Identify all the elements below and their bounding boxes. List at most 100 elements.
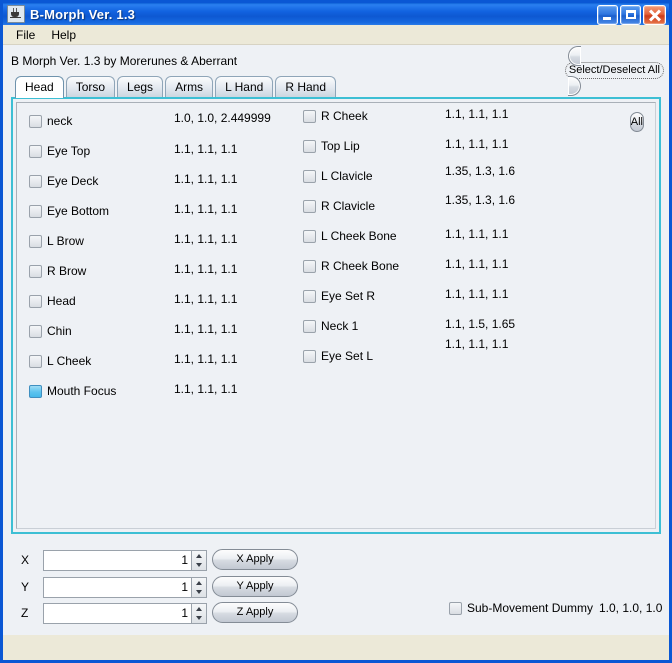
morph-row[interactable]: L Clavicle	[303, 167, 373, 185]
sub-movement-dummy-value: 1.0, 1.0, 1.0	[599, 601, 662, 615]
tab-arms[interactable]: Arms	[165, 76, 213, 97]
morph-checkbox[interactable]	[29, 325, 42, 338]
morph-row[interactable]: Eye Deck	[29, 172, 98, 190]
sub-movement-dummy-label: Sub-Movement Dummy	[467, 601, 593, 615]
x-spinner-up-icon[interactable]	[192, 551, 206, 561]
morph-value: 1.1, 1.1, 1.1	[445, 337, 508, 351]
window-titlebar[interactable]: B-Morph Ver. 1.3	[0, 0, 672, 25]
morph-checkbox[interactable]	[303, 260, 316, 273]
morph-checkbox[interactable]	[29, 145, 42, 158]
z-spinner-arrows[interactable]	[191, 604, 206, 623]
axis-row-y: Y	[21, 576, 207, 598]
tab-r-hand[interactable]: R Hand	[275, 76, 336, 97]
tabbed-pane: Head Torso Legs Arms L Hand R Hand All n…	[11, 76, 661, 534]
morph-checkbox[interactable]	[303, 230, 316, 243]
x-apply-button[interactable]: X Apply	[212, 549, 298, 570]
morph-checkbox[interactable]	[303, 290, 316, 303]
morph-checkbox[interactable]	[303, 140, 316, 153]
morph-checkbox[interactable]	[303, 200, 316, 213]
axis-row-z: Z	[21, 602, 207, 624]
morph-value: 1.35, 1.3, 1.6	[445, 193, 515, 207]
morph-value: 1.1, 1.1, 1.1	[174, 292, 237, 306]
x-spinner-down-icon[interactable]	[192, 560, 206, 570]
z-spinner[interactable]	[43, 603, 207, 624]
x-spinner[interactable]	[43, 550, 207, 571]
z-spinner-down-icon[interactable]	[192, 613, 206, 623]
morph-label: Top Lip	[321, 139, 360, 153]
close-button[interactable]	[643, 5, 666, 25]
java-cup-icon	[7, 5, 25, 23]
morph-label: Eye Set L	[321, 349, 373, 363]
morph-row[interactable]: Chin	[29, 322, 72, 340]
morph-row[interactable]: R Cheek	[303, 107, 368, 125]
morph-value: 1.1, 1.1, 1.1	[445, 107, 508, 121]
maximize-button[interactable]	[620, 5, 641, 25]
morph-checkbox[interactable]	[29, 265, 42, 278]
morph-label: Eye Set R	[321, 289, 375, 303]
tab-l-hand[interactable]: L Hand	[215, 76, 273, 97]
all-button[interactable]: All	[630, 112, 644, 132]
morph-row[interactable]: Neck 1	[303, 317, 358, 335]
morph-row[interactable]: L Cheek	[29, 352, 91, 370]
minimize-button[interactable]	[597, 5, 618, 25]
morph-row[interactable]: Eye Bottom	[29, 202, 109, 220]
morph-row[interactable]: neck	[29, 112, 72, 130]
y-spinner-arrows[interactable]	[191, 578, 206, 597]
morph-value: 1.1, 1.1, 1.1	[174, 202, 237, 216]
morph-checkbox[interactable]	[29, 295, 42, 308]
x-input[interactable]	[44, 551, 191, 570]
morph-checkbox[interactable]	[303, 350, 316, 363]
morph-checkbox[interactable]	[29, 355, 42, 368]
morph-row[interactable]: R Brow	[29, 262, 86, 280]
morph-row[interactable]: Eye Set L	[303, 347, 373, 365]
z-spinner-up-icon[interactable]	[192, 604, 206, 614]
info-bar: B Morph Ver. 1.3 by Morerunes & Aberrant…	[3, 45, 669, 76]
morph-label: Eye Bottom	[47, 204, 109, 218]
menu-help[interactable]: Help	[43, 26, 84, 44]
z-apply-button[interactable]: Z Apply	[212, 602, 298, 623]
morph-row[interactable]: R Cheek Bone	[303, 257, 399, 275]
morph-checkbox[interactable]	[29, 205, 42, 218]
sub-movement-dummy-checkbox[interactable]	[449, 602, 462, 615]
x-spinner-arrows[interactable]	[191, 551, 206, 570]
morph-checkbox[interactable]	[303, 170, 316, 183]
morph-label: Neck 1	[321, 319, 358, 333]
morph-row[interactable]: Head	[29, 292, 76, 310]
morph-row[interactable]: L Cheek Bone	[303, 227, 397, 245]
morph-checkbox[interactable]	[303, 110, 316, 123]
axis-label-y: Y	[21, 580, 43, 594]
morph-checkbox[interactable]	[29, 115, 42, 128]
morph-value: 1.1, 1.1, 1.1	[445, 287, 508, 301]
morph-row[interactable]: L Brow	[29, 232, 84, 250]
y-spinner-down-icon[interactable]	[192, 587, 206, 597]
morph-checkbox[interactable]	[303, 320, 316, 333]
sub-movement-dummy-row[interactable]: Sub-Movement Dummy	[449, 601, 593, 615]
morph-checkbox[interactable]	[29, 235, 42, 248]
morph-row[interactable]: Eye Top	[29, 142, 90, 160]
y-spinner-up-icon[interactable]	[192, 578, 206, 588]
morph-label: Eye Deck	[47, 174, 98, 188]
morph-value: 1.0, 1.0, 2.449999	[174, 111, 271, 125]
morph-row[interactable]: Eye Set R	[303, 287, 375, 305]
all-button-wrap: All	[630, 114, 644, 129]
morph-row[interactable]: R Clavicle	[303, 197, 375, 215]
morph-checkbox[interactable]	[29, 175, 42, 188]
morph-value: 1.1, 1.1, 1.1	[174, 262, 237, 276]
morph-value: 1.1, 1.1, 1.1	[445, 257, 508, 271]
morph-label: R Clavicle	[321, 199, 375, 213]
morph-row[interactable]: Mouth Focus	[29, 382, 116, 400]
app-credit-text: B Morph Ver. 1.3 by Morerunes & Aberrant	[11, 54, 237, 68]
y-input[interactable]	[44, 578, 191, 597]
menu-file[interactable]: File	[8, 26, 43, 44]
morph-value: 1.1, 1.1, 1.1	[174, 382, 237, 396]
tab-torso[interactable]: Torso	[66, 76, 115, 97]
y-apply-button[interactable]: Y Apply	[212, 576, 298, 597]
morph-label: Head	[47, 294, 76, 308]
morph-label: Eye Top	[47, 144, 90, 158]
tab-head[interactable]: Head	[15, 76, 64, 98]
morph-row[interactable]: Top Lip	[303, 137, 360, 155]
z-input[interactable]	[44, 604, 191, 623]
y-spinner[interactable]	[43, 577, 207, 598]
tab-legs[interactable]: Legs	[117, 76, 163, 97]
morph-checkbox[interactable]	[29, 385, 42, 398]
